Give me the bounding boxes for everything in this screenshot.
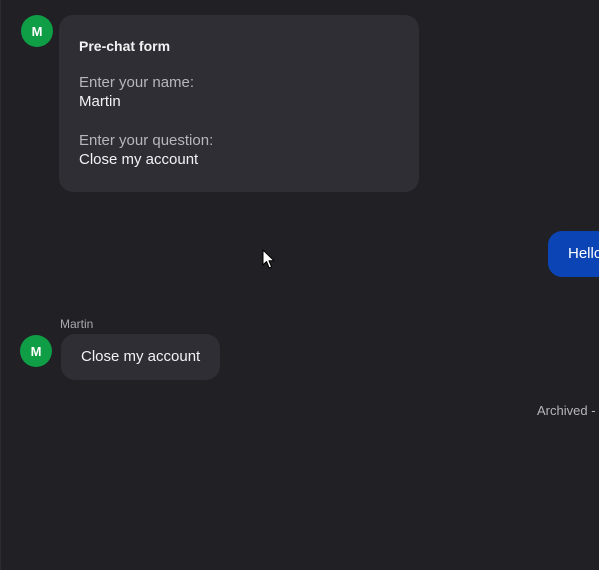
prechat-form-card: Pre-chat form Enter your name: Martin En… [59,15,419,192]
question-field-value: Close my account [79,151,199,168]
mouse-pointer-icon [262,249,275,269]
incoming-message-bubble: Close my account [61,334,221,380]
name-field-label: Enter your name: [79,74,195,91]
question-field-label: Enter your question: [79,132,214,149]
avatar: M [20,335,52,367]
prechat-form-title: Pre-chat form [79,38,171,54]
outgoing-message-bubble: Hello [548,231,599,277]
name-field-value: Martin [79,93,121,110]
avatar: M [21,15,53,47]
sender-name: Martin [60,317,94,331]
chat-transcript: M Pre-chat form Enter your name: Martin … [0,0,599,570]
archived-status-text: Archived - [537,403,596,418]
